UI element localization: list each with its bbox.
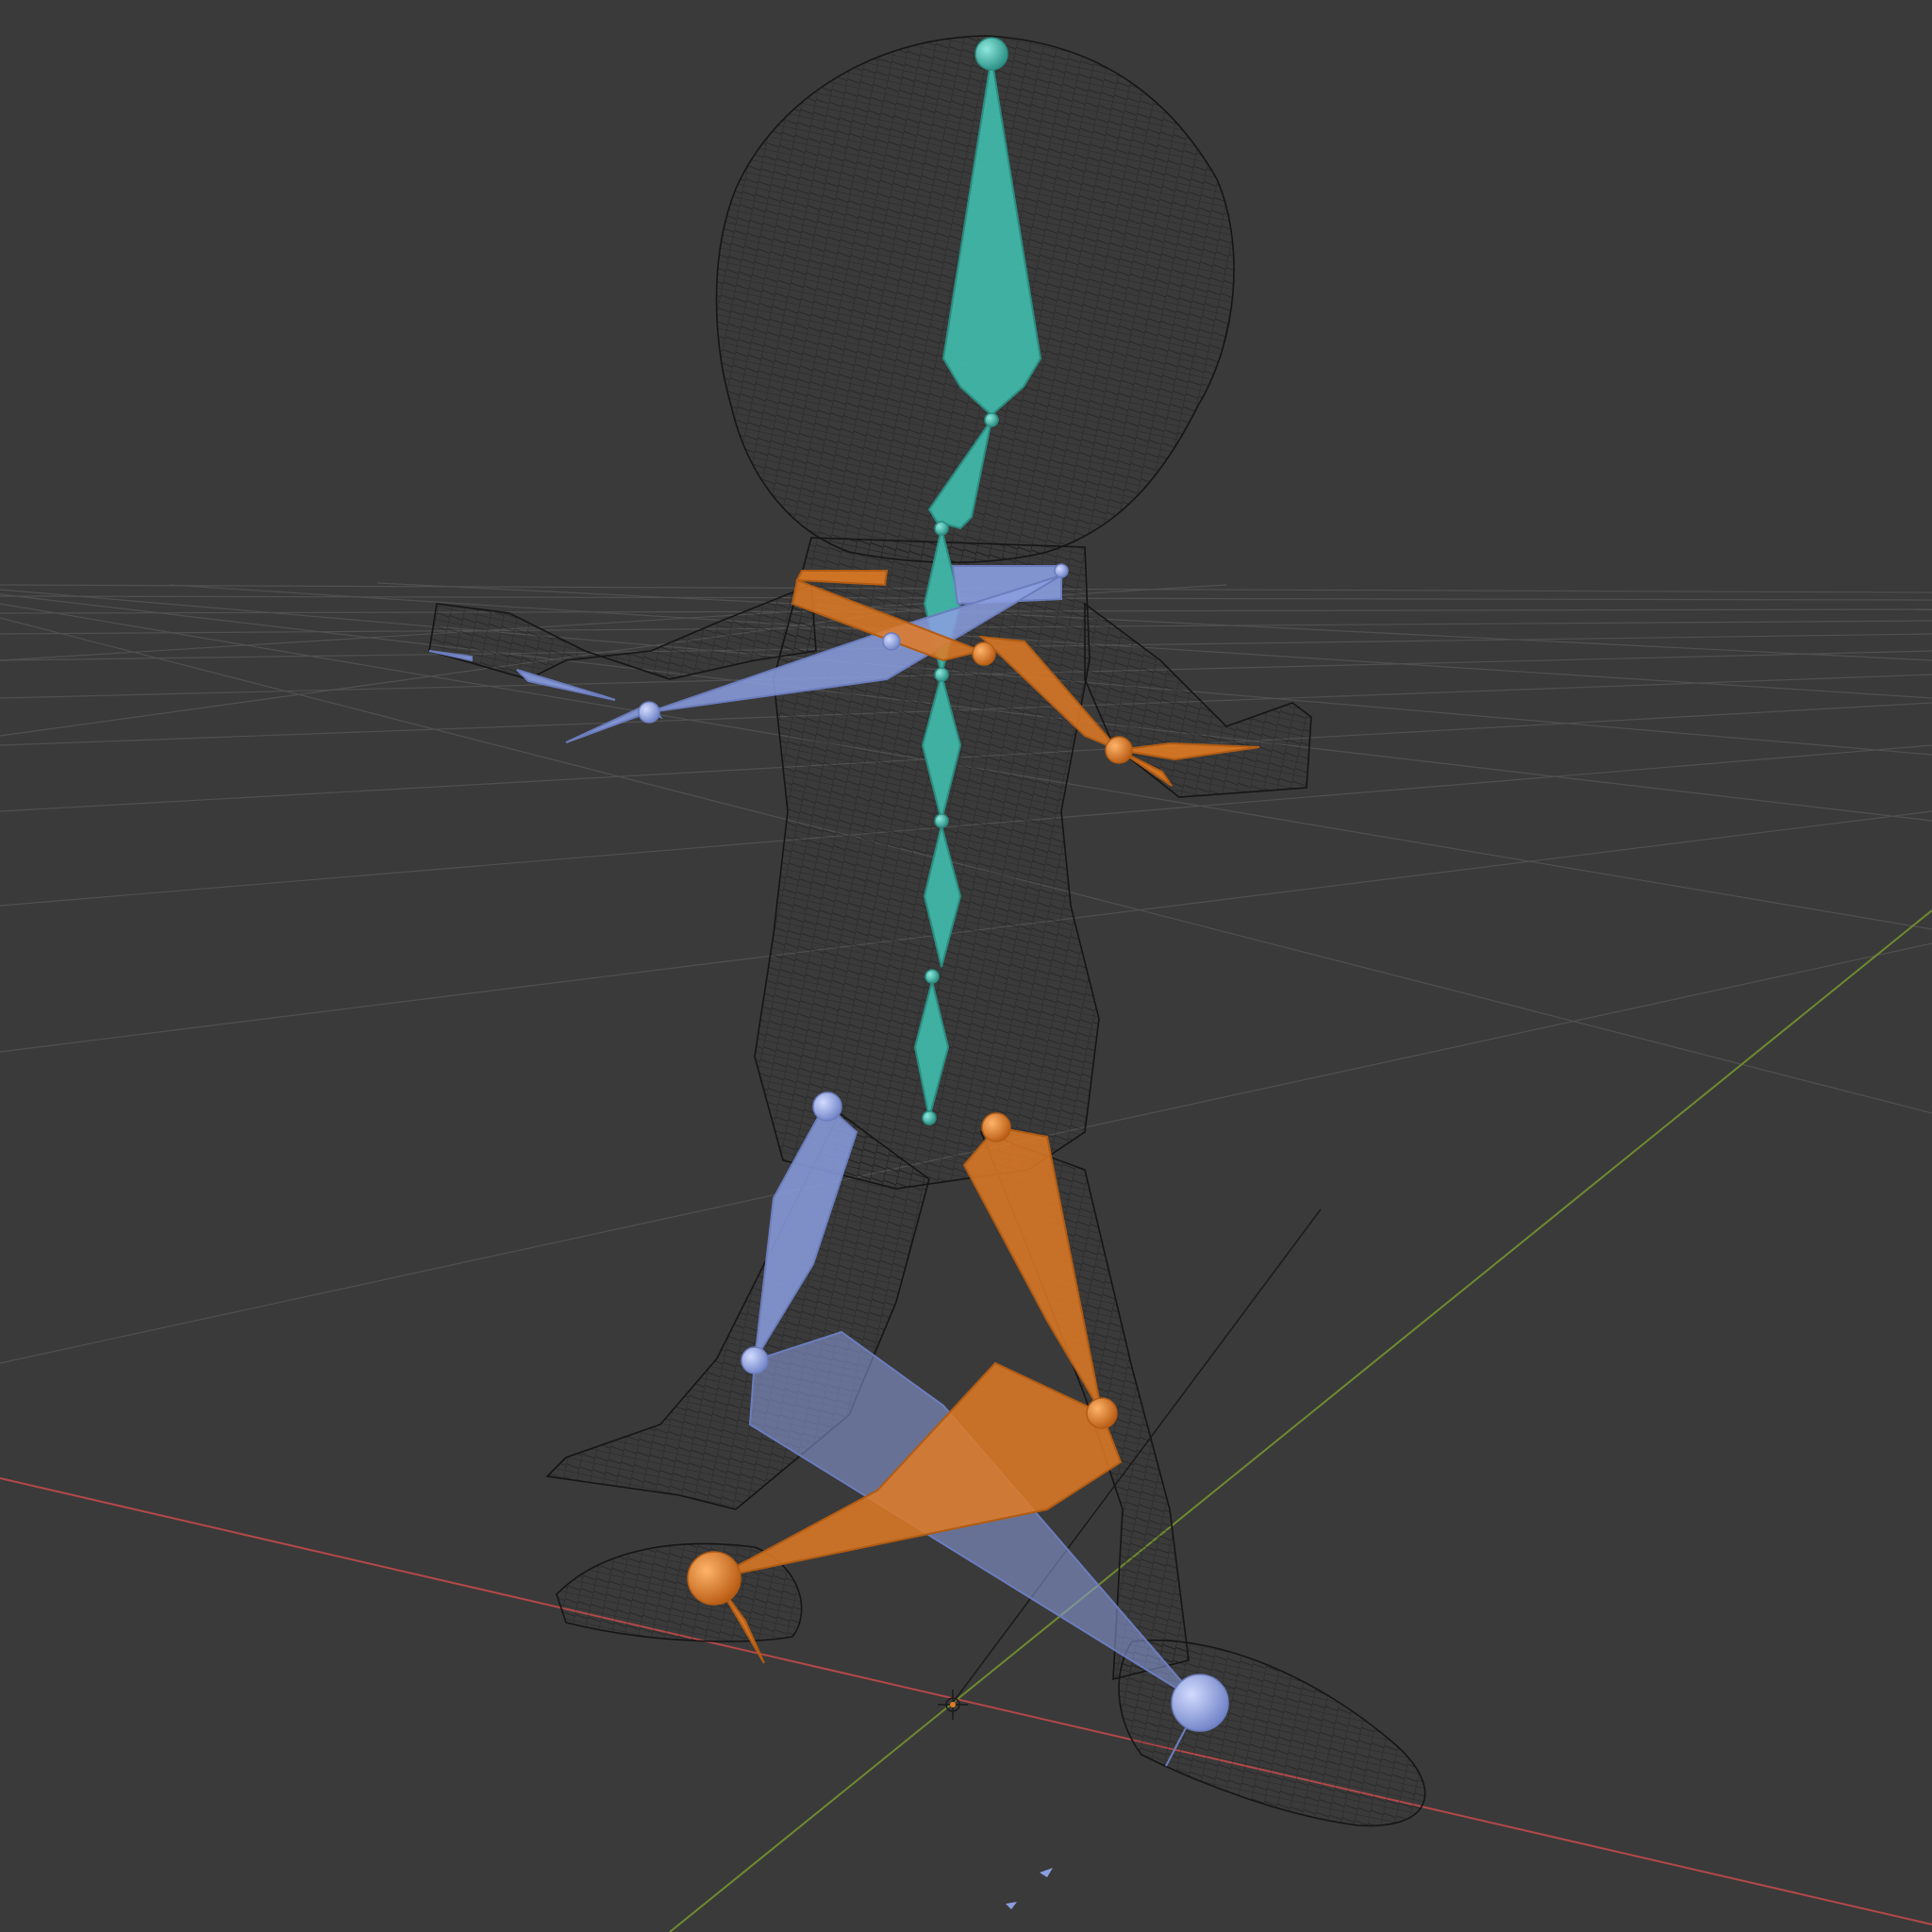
joint-ankle-left[interactable] (1171, 1674, 1229, 1732)
joint-shoulder-right[interactable] (972, 641, 996, 666)
joint-knee-right[interactable] (1086, 1397, 1118, 1429)
joint-hip-left[interactable] (812, 1091, 842, 1122)
joint-neck[interactable] (984, 412, 999, 427)
joint-knee-left[interactable] (741, 1346, 769, 1374)
joint-pelvis[interactable] (922, 1110, 937, 1125)
joint-shoulder-left[interactable] (1054, 563, 1069, 578)
joint-elbow-left[interactable] (882, 632, 901, 651)
joint-chest[interactable] (934, 521, 949, 536)
joint-spine-mid[interactable] (934, 813, 949, 828)
joint-ankle-right[interactable] (687, 1551, 741, 1606)
joint-hip-right[interactable] (981, 1112, 1011, 1142)
joint-spine-upper[interactable] (934, 667, 949, 682)
joint-wrist-right[interactable] (1105, 736, 1133, 764)
joint-head-tip[interactable] (974, 37, 1008, 71)
3d-viewport[interactable] (0, 0, 1932, 1932)
viewport-scene[interactable] (0, 0, 1932, 1932)
joint-wrist-left[interactable] (638, 701, 660, 724)
joint-spine-lower[interactable] (924, 969, 940, 984)
